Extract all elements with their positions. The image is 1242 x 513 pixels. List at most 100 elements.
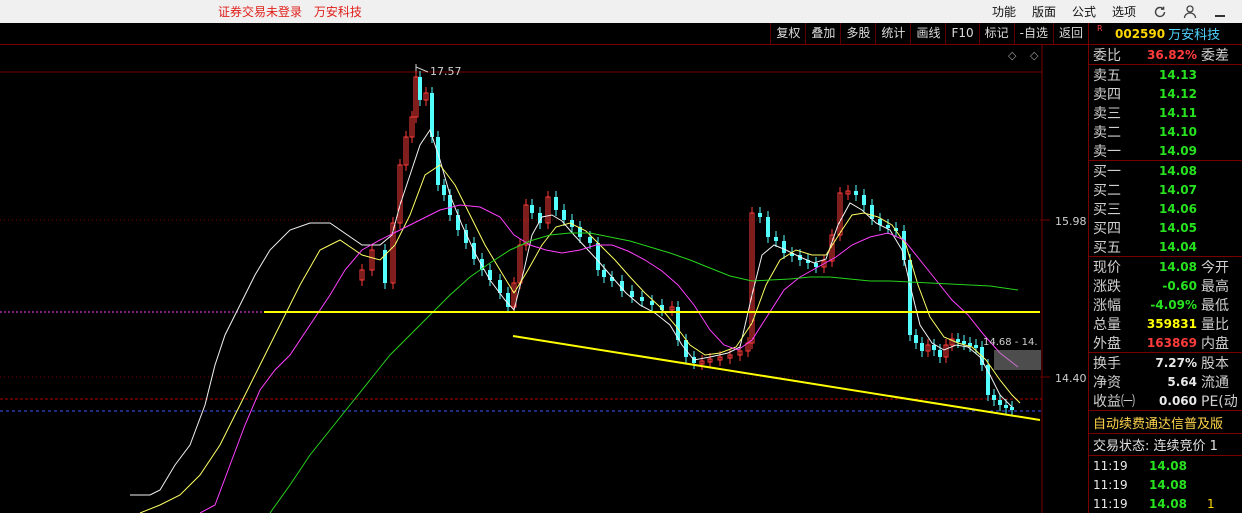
tick-row: 11:19 14.08 — [1089, 475, 1242, 494]
candle-body — [630, 291, 634, 297]
bid-label: 买三 — [1093, 201, 1121, 218]
candle-body — [920, 343, 924, 351]
range-highlight-box — [994, 350, 1041, 370]
user-icon[interactable] — [1182, 4, 1198, 20]
price-axis-label-14-40: 14.40 — [1055, 372, 1087, 385]
stat-label-right: 最高 — [1201, 278, 1229, 295]
stock-name[interactable]: 万安科技 — [1168, 24, 1220, 43]
menu-function[interactable]: 功能 — [992, 3, 1016, 20]
moving-average-series — [130, 128, 1021, 513]
toolbar-button-mark[interactable]: 标记 — [978, 23, 1014, 44]
menu-formula[interactable]: 公式 — [1072, 3, 1096, 20]
ask-price: 14.13 — [1159, 67, 1197, 82]
ma20-line — [199, 204, 1019, 513]
kline-chart[interactable]: 15.98 14.40 ◇ ◇ 14.68 - 14. 17.57 — [0, 45, 1088, 513]
tick-price: 14.08 — [1149, 458, 1187, 473]
stat-value: 163869 — [1146, 335, 1197, 350]
candle-body — [814, 263, 818, 267]
stock-badge: R — [1097, 24, 1103, 33]
toolbar-button-overlay[interactable]: 叠加 — [805, 23, 840, 44]
stat-value: 14.08 — [1159, 259, 1197, 274]
bid-row[interactable]: 买四 14.05 — [1089, 218, 1242, 237]
menu-options[interactable]: 选项 — [1112, 3, 1136, 20]
trade-status: 交易状态: 连续竞价 1 — [1089, 434, 1242, 456]
stat-label: 净资 — [1093, 374, 1121, 391]
login-status: 证券交易未登录 万安科技 — [218, 3, 370, 20]
candle-body — [932, 345, 936, 350]
candle-body — [1010, 407, 1014, 410]
stat-row-eps: 收益㈠ 0.060 PE(动 — [1089, 391, 1242, 410]
ask-label: 卖三 — [1093, 105, 1121, 122]
candle-body — [418, 77, 422, 100]
ask-row[interactable]: 卖五 14.13 — [1089, 65, 1242, 84]
bid-label: 买二 — [1093, 182, 1121, 199]
candle-body — [588, 237, 592, 243]
weibi-value: 36.82% — [1147, 47, 1197, 62]
chart-diamond-icon[interactable]: ◇ — [1008, 49, 1017, 62]
stat-value: 7.27% — [1155, 355, 1197, 370]
ask-label: 卖五 — [1093, 67, 1121, 84]
ask-row[interactable]: 卖一 14.09 — [1089, 141, 1242, 160]
refresh-icon[interactable] — [1152, 4, 1168, 20]
weibi-row: 委比 36.82% 委差 — [1089, 45, 1242, 64]
bid-price: 14.07 — [1159, 182, 1197, 197]
stat-row-net-assets: 净资 5.64 流通 — [1089, 372, 1242, 391]
downward-trendline[interactable] — [512, 335, 1041, 421]
ask-label: 卖二 — [1093, 124, 1121, 141]
top-bar: 证券交易未登录 万安科技 功能 版面 公式 选项 — [0, 0, 1242, 24]
quote-panel: R 002590 万安科技 委比 36.82% 委差 卖五 14.13 卖四 14.… — [1088, 23, 1242, 513]
tick-row: 11:19 14.08 — [1089, 456, 1242, 475]
bid-row[interactable]: 买二 14.07 — [1089, 180, 1242, 199]
candle-body — [640, 297, 644, 301]
chart-settings-icon[interactable]: ◇ — [1030, 49, 1039, 62]
bid-row[interactable]: 买三 14.06 — [1089, 199, 1242, 218]
toolbar-button-multi-stock[interactable]: 多股 — [840, 23, 875, 44]
toolbar-button-statistics[interactable]: 统计 — [875, 23, 910, 44]
ask-row[interactable]: 卖三 14.11 — [1089, 103, 1242, 122]
menu-layout[interactable]: 版面 — [1032, 3, 1056, 20]
candle-body — [992, 395, 996, 400]
toolbar-button-f10[interactable]: F10 — [945, 23, 978, 44]
bid-label: 买四 — [1093, 220, 1121, 237]
ask-price: 14.11 — [1159, 105, 1197, 120]
stat-label: 涨跌 — [1093, 278, 1121, 295]
stat-label: 换手 — [1093, 355, 1121, 372]
stat-value: 359831 — [1146, 316, 1197, 331]
ask-price: 14.09 — [1159, 143, 1197, 158]
ask-price: 14.12 — [1159, 86, 1197, 101]
candle-body — [962, 341, 966, 344]
bid-row[interactable]: 买五 14.04 — [1089, 237, 1242, 256]
candle-body — [650, 301, 654, 305]
minimize-icon[interactable] — [1212, 4, 1228, 20]
tick-price: 14.08 — [1149, 477, 1187, 492]
candle-body — [442, 185, 446, 195]
candle-body — [554, 197, 558, 210]
ask-row[interactable]: 卖四 14.12 — [1089, 84, 1242, 103]
main-menu: 功能 版面 公式 选项 — [992, 0, 1242, 23]
candle-body — [766, 217, 770, 237]
kline-chart-canvas[interactable]: 15.98 14.40 ◇ ◇ 14.68 - 14. 17.57 — [0, 45, 1088, 513]
tick-time: 11:19 — [1093, 477, 1128, 492]
candle-body — [602, 270, 606, 277]
toolbar-button-remove-watchlist[interactable]: -自选 — [1013, 23, 1053, 44]
stat-row-turnover: 换手 7.27% 股本 — [1089, 353, 1242, 372]
toolbar-button-back[interactable]: 返回 — [1052, 23, 1088, 44]
promo-banner[interactable]: 自动续费通达信普及版 — [1089, 410, 1242, 434]
ma10-line — [139, 164, 1021, 513]
bid-price: 14.05 — [1159, 220, 1197, 235]
stock-code[interactable]: 002590 — [1115, 27, 1165, 41]
stat-row-price: 现价 14.08 今开 — [1089, 257, 1242, 276]
toolbar-button-restore-rights[interactable]: 复权 — [770, 23, 805, 44]
tick-row: 11:19 14.08 1 — [1089, 494, 1242, 513]
ask-label: 卖一 — [1093, 143, 1121, 160]
stat-label: 收益㈠ — [1093, 393, 1135, 410]
stat-value: -4.09% — [1150, 297, 1197, 312]
ask-price: 14.10 — [1159, 124, 1197, 139]
ask-row[interactable]: 卖二 14.10 — [1089, 122, 1242, 141]
tick-time: 11:19 — [1093, 496, 1128, 511]
asks-section: 卖五 14.13 卖四 14.12 卖三 14.11 卖二 14.10 卖一 14.09 — [1089, 64, 1242, 160]
toolbar-button-draw-line[interactable]: 画线 — [910, 23, 945, 44]
stat-label: 现价 — [1093, 259, 1121, 276]
bid-row[interactable]: 买一 14.08 — [1089, 161, 1242, 180]
stats-section: 现价 14.08 今开 涨跌 -0.60 最高 涨幅 -4.09% 最低 总量 359831 量… — [1089, 256, 1242, 352]
